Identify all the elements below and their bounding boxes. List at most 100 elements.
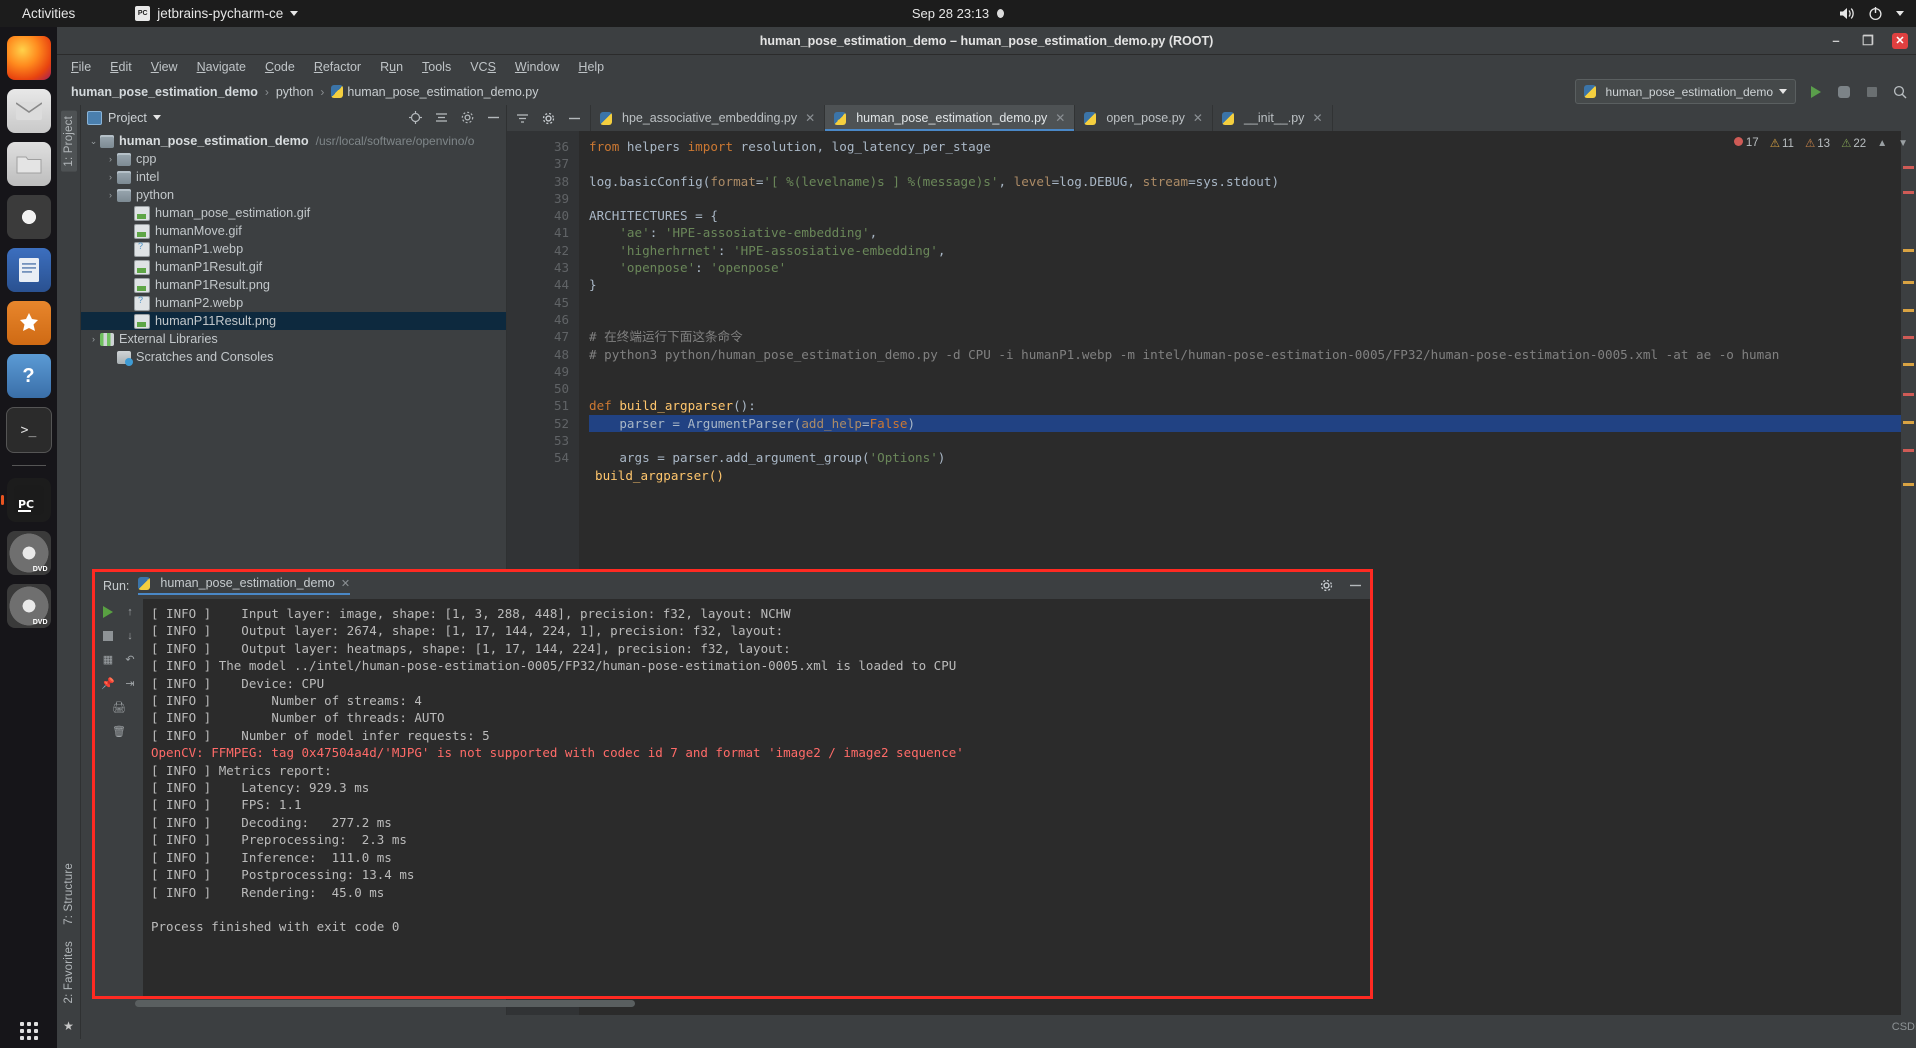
inspection-widget[interactable]: 17 ⚠11 ⚠13 ⚠22 ▲ ▼: [1734, 136, 1908, 150]
run-configuration-selector[interactable]: human_pose_estimation_demo: [1575, 79, 1796, 104]
dock-item-firefox[interactable]: [7, 36, 51, 80]
sort-icon[interactable]: [516, 112, 529, 125]
collapse-all-icon[interactable]: [435, 111, 448, 124]
editor-tab[interactable]: __init__.py✕: [1213, 105, 1333, 131]
menu-item-vcs[interactable]: VCS: [470, 60, 496, 74]
chevron-down-icon[interactable]: [153, 115, 161, 120]
editor-tab[interactable]: hpe_associative_embedding.py✕: [591, 105, 825, 131]
power-icon[interactable]: [1868, 6, 1883, 21]
prev-problem-icon[interactable]: ▲: [1877, 138, 1887, 149]
clock[interactable]: Sep 28 23:13: [858, 6, 1058, 21]
tree-item[interactable]: humanP11Result.png: [81, 312, 506, 330]
breadcrumb-folder[interactable]: python: [276, 85, 314, 99]
next-occurrence-button[interactable]: ↓: [123, 628, 138, 643]
activities-button[interactable]: Activities: [14, 4, 83, 23]
chevron-down-icon[interactable]: [1896, 11, 1904, 16]
menu-item-edit[interactable]: Edit: [110, 60, 132, 74]
target-icon[interactable]: [409, 111, 422, 124]
settings-icon[interactable]: [542, 112, 555, 125]
scroll-to-end-button[interactable]: ⇥: [123, 676, 138, 691]
tree-item[interactable]: › python: [81, 186, 506, 204]
dock-item-libreoffice-writer[interactable]: [7, 248, 51, 292]
stop-button[interactable]: [1863, 83, 1880, 100]
chevron-icon[interactable]: ›: [87, 334, 100, 344]
dock-item-pycharm[interactable]: PC: [7, 478, 51, 522]
tree-item[interactable]: ›intel: [81, 168, 506, 186]
star-icon[interactable]: ★: [63, 1019, 74, 1033]
chevron-icon[interactable]: ›: [104, 172, 117, 182]
show-applications-button[interactable]: [0, 1022, 57, 1040]
dock-item-terminal[interactable]: >_: [6, 407, 52, 453]
dock-item-dvd-1[interactable]: DVD: [7, 531, 51, 575]
close-button[interactable]: ✕: [1892, 33, 1908, 49]
settings-icon[interactable]: [461, 111, 474, 124]
gear-icon[interactable]: [1320, 579, 1333, 592]
clear-all-button[interactable]: 🗑: [112, 724, 127, 739]
rerun-button[interactable]: [101, 604, 116, 619]
tree-item[interactable]: humanP1Result.png: [81, 276, 506, 294]
menu-item-navigate[interactable]: Navigate: [197, 60, 246, 74]
dock-item-dvd-2[interactable]: DVD: [7, 584, 51, 628]
sidebar-item-favorites[interactable]: 2: Favorites: [63, 941, 75, 1003]
search-everywhere-button[interactable]: [1891, 83, 1908, 100]
menu-item-run[interactable]: Run: [380, 60, 403, 74]
console-output[interactable]: [ INFO ] Input layer: image, shape: [1, …: [143, 599, 1370, 996]
maximize-button[interactable]: ❐: [1860, 33, 1876, 49]
dock-item-rhythmbox[interactable]: [7, 195, 51, 239]
print-button[interactable]: 🖨: [112, 700, 127, 715]
soft-wrap-button[interactable]: ↶: [123, 652, 138, 667]
minimize-icon[interactable]: [568, 112, 581, 125]
dock-item-thunderbird[interactable]: [7, 89, 51, 133]
layout-button[interactable]: ▦: [101, 652, 116, 667]
run-button[interactable]: [1807, 83, 1824, 100]
menu-item-refactor[interactable]: Refactor: [314, 60, 361, 74]
dock-item-files[interactable]: [7, 142, 51, 186]
prev-occurrence-button[interactable]: ↑: [123, 604, 138, 619]
editor-tab[interactable]: open_pose.py✕: [1075, 105, 1213, 131]
close-icon[interactable]: ✕: [341, 577, 350, 590]
close-icon[interactable]: ✕: [805, 111, 815, 125]
chevron-icon[interactable]: ⌄: [87, 136, 100, 147]
stop-button[interactable]: [101, 628, 116, 643]
next-problem-icon[interactable]: ▼: [1898, 138, 1908, 149]
bottom-horizontal-scrollbar[interactable]: [135, 1000, 635, 1007]
close-icon[interactable]: ✕: [1193, 111, 1203, 125]
menu-item-window[interactable]: Window: [515, 60, 559, 74]
breadcrumb-project[interactable]: human_pose_estimation_demo: [71, 85, 258, 99]
tree-item[interactable]: ›cpp: [81, 150, 506, 168]
menu-item-file[interactable]: File: [71, 60, 91, 74]
chevron-icon[interactable]: ›: [104, 154, 117, 164]
tree-item[interactable]: humanP1Result.gif: [81, 258, 506, 276]
tree-item[interactable]: Scratches and Consoles: [81, 348, 506, 366]
tree-item[interactable]: humanP2.webp: [81, 294, 506, 312]
menu-item-help[interactable]: Help: [578, 60, 604, 74]
menu-item-view[interactable]: View: [151, 60, 178, 74]
dock-item-ubuntu-software[interactable]: [7, 301, 51, 345]
tree-item[interactable]: humanMove.gif: [81, 222, 506, 240]
debug-button[interactable]: [1835, 83, 1852, 100]
editor-tab[interactable]: human_pose_estimation_demo.py✕: [825, 105, 1075, 131]
menu-item-tools[interactable]: Tools: [422, 60, 451, 74]
tree-item[interactable]: ›External Libraries: [81, 330, 506, 348]
minimize-button[interactable]: –: [1828, 33, 1844, 49]
tree-item[interactable]: humanP1.webp: [81, 240, 506, 258]
run-tab[interactable]: human_pose_estimation_demo ✕: [138, 576, 350, 595]
system-tray[interactable]: [1838, 0, 1904, 27]
tree-item[interactable]: human_pose_estimation.gif: [81, 204, 506, 222]
minimize-icon[interactable]: [1349, 579, 1362, 592]
dock-item-help[interactable]: ?: [7, 354, 51, 398]
pin-button[interactable]: 📌: [101, 676, 116, 691]
menu-item-code[interactable]: Code: [265, 60, 295, 74]
editor-scrollbar-track[interactable]: [1901, 131, 1916, 1039]
chevron-icon[interactable]: ›: [104, 190, 117, 200]
close-icon[interactable]: ✕: [1312, 111, 1322, 125]
tree-item[interactable]: ⌄human_pose_estimation_demo/usr/local/so…: [81, 132, 506, 150]
hide-icon[interactable]: [487, 111, 500, 124]
app-menu[interactable]: PC jetbrains-pycharm-ce: [135, 6, 298, 21]
tree-item-label: python: [136, 188, 174, 202]
close-icon[interactable]: ✕: [1055, 111, 1065, 125]
volume-icon[interactable]: [1838, 6, 1855, 21]
sidebar-item-structure[interactable]: 7: Structure: [63, 863, 75, 925]
breadcrumb-file[interactable]: human_pose_estimation_demo.py: [347, 85, 538, 99]
sidebar-item-project[interactable]: 1: Project: [61, 111, 77, 172]
